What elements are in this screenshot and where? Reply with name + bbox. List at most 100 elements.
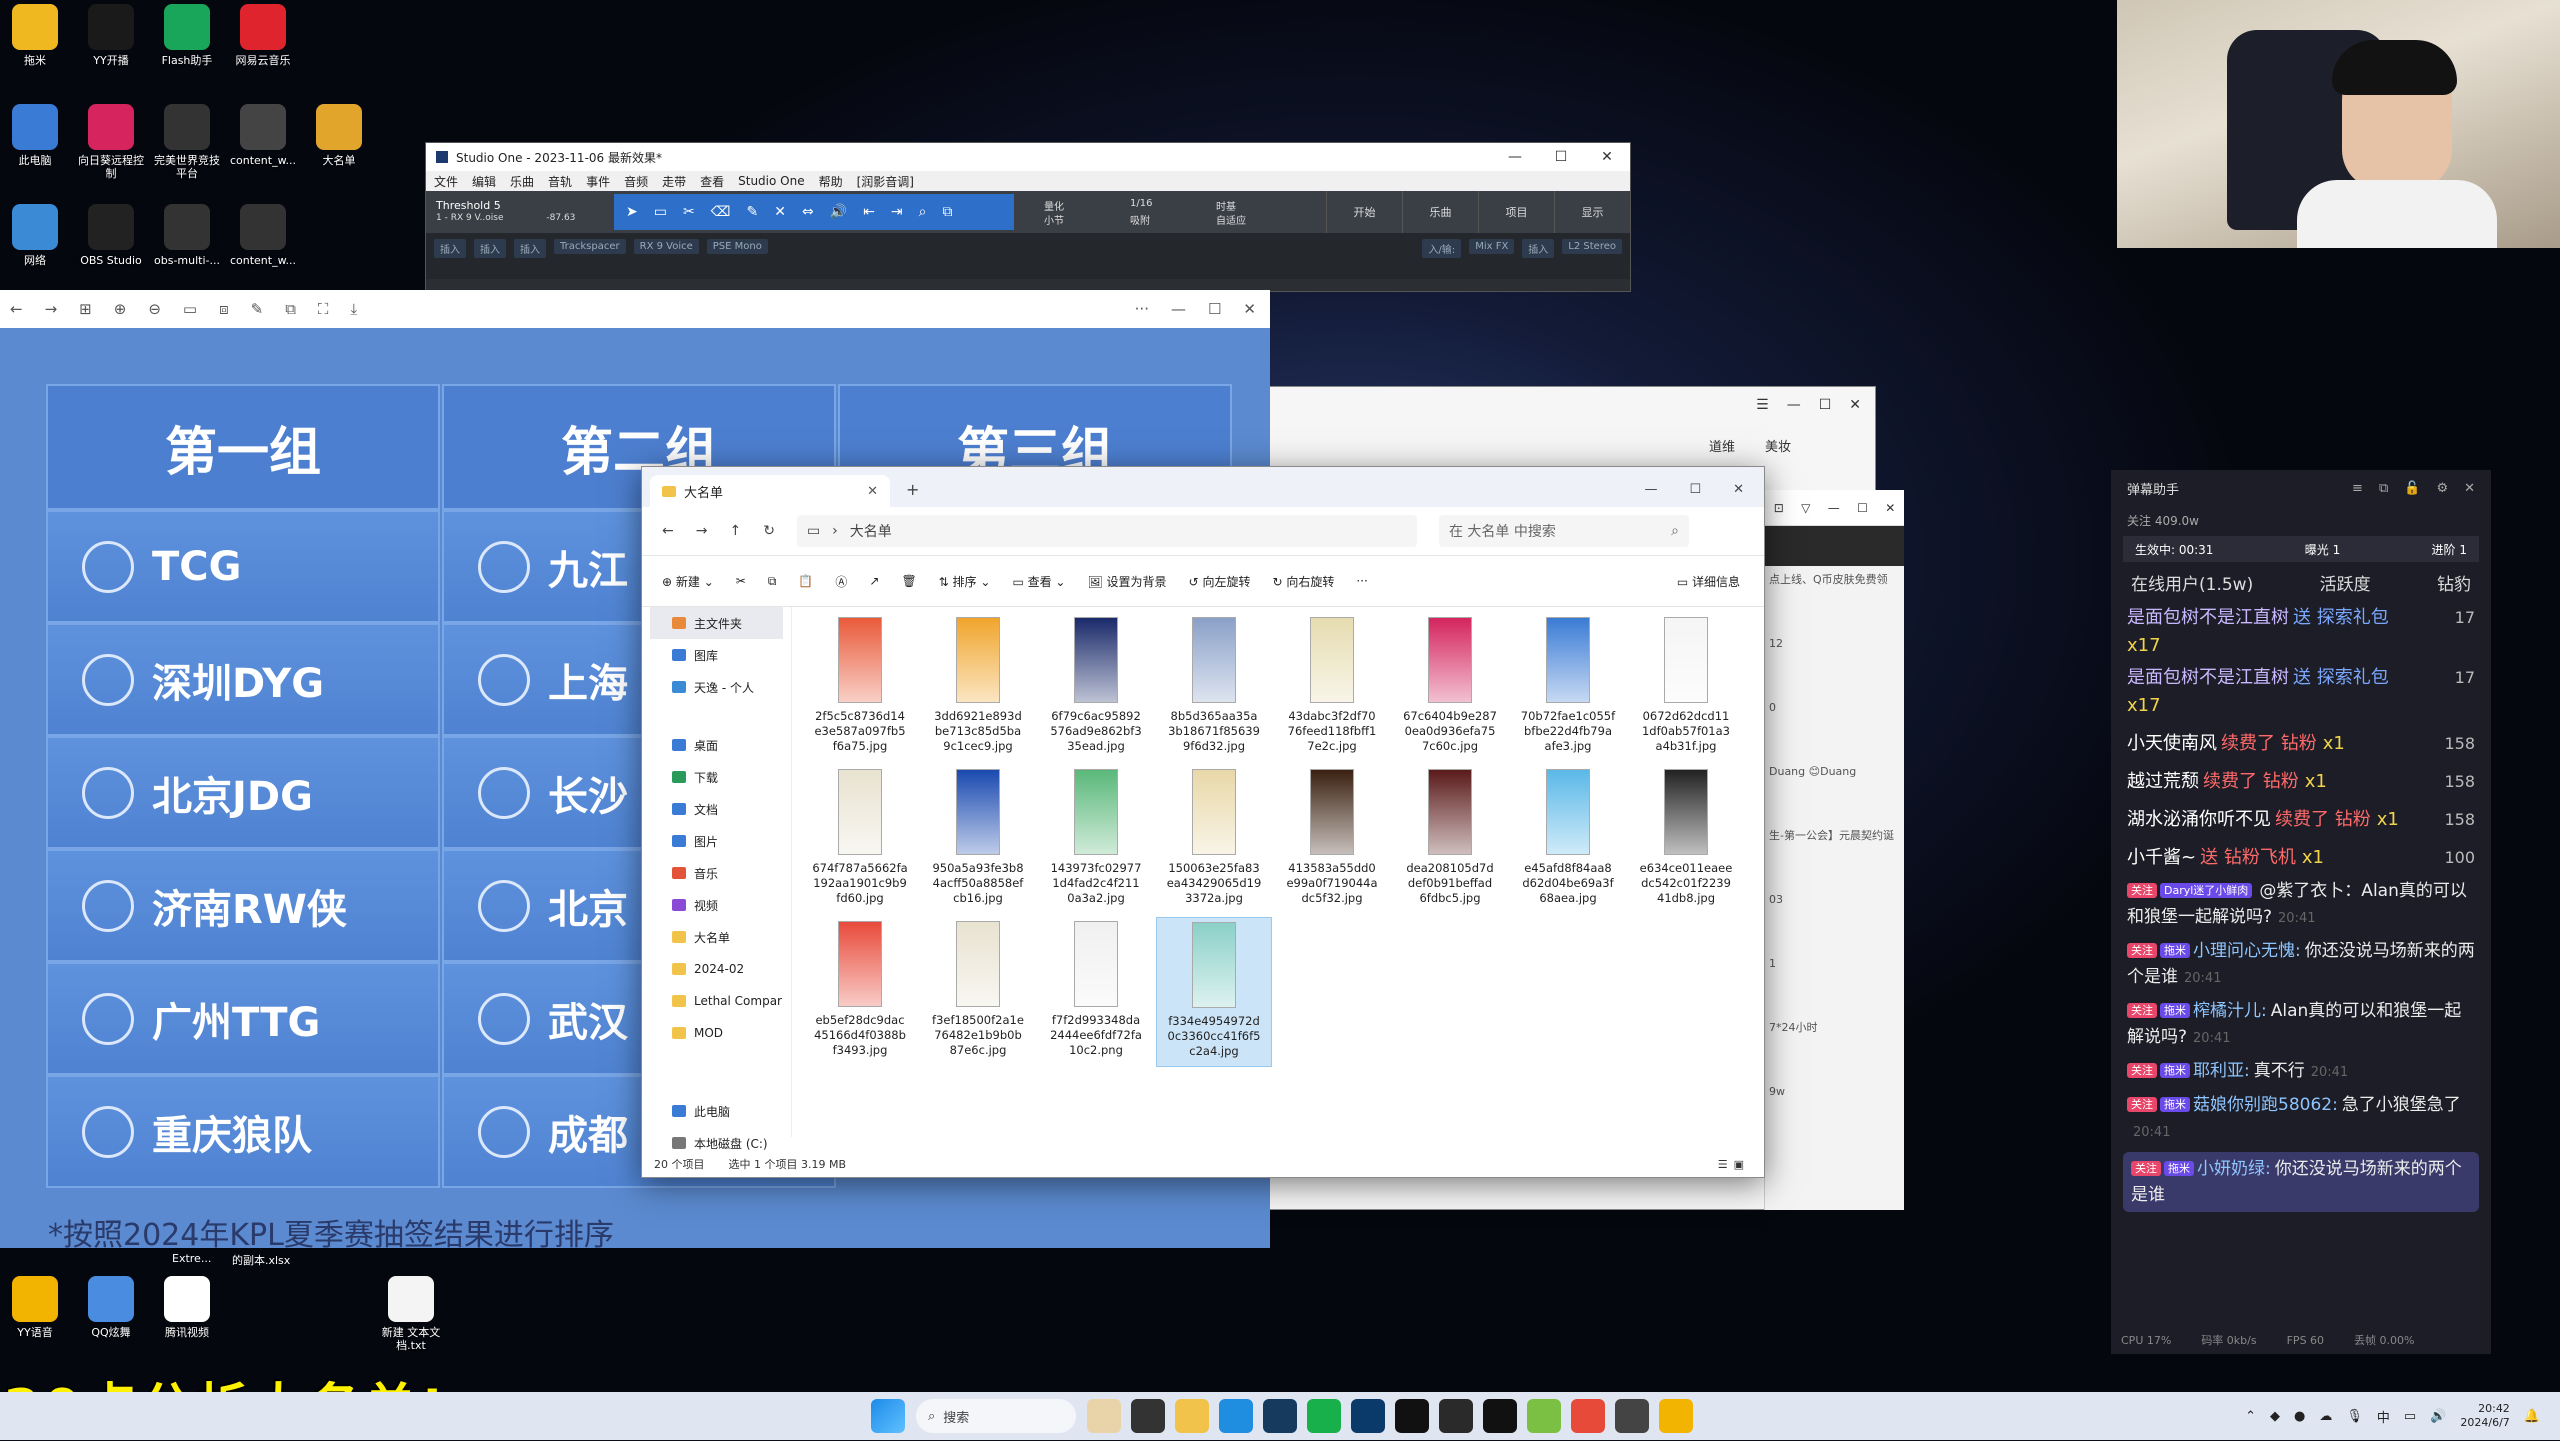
path-field[interactable]: ▭ › 大名单	[796, 515, 1417, 547]
menu-item[interactable]: 音轨	[548, 173, 572, 190]
obs-taskbar-icon[interactable]	[1395, 1399, 1429, 1433]
nav-item[interactable]: Lethal Compar	[642, 985, 791, 1017]
more-icon[interactable]: ···	[1356, 574, 1367, 588]
crop-icon[interactable]: ⧈	[219, 300, 229, 318]
app-icon[interactable]	[1659, 1399, 1693, 1433]
clock[interactable]: 20:42 2024/6/7	[2460, 1402, 2509, 1430]
browser-tab[interactable]: 美妆	[1765, 436, 1791, 455]
desktop-icon[interactable]: YY开播	[76, 4, 146, 67]
insert-slot[interactable]: 入/输:	[1422, 239, 1462, 258]
taskbar-search[interactable]: ⌕ 搜索	[916, 1399, 1076, 1433]
settings-icon[interactable]: ⚙	[2436, 481, 2448, 496]
rotate-left-button[interactable]: ↺ 向左旋转	[1189, 573, 1251, 590]
edge-icon[interactable]	[1219, 1399, 1253, 1433]
app-icon[interactable]	[1571, 1399, 1605, 1433]
search-input[interactable]: 在 大名单 中搜索 ⌕	[1438, 515, 1689, 547]
minimize-button[interactable]: —	[1171, 300, 1186, 318]
close-icon[interactable]: ✕	[2464, 481, 2475, 496]
filter-icon[interactable]: ≡	[2352, 481, 2363, 496]
file-item[interactable]: 950a5a93fe3b8 4acff50a8858ef cb16.jpg	[920, 765, 1036, 915]
file-item[interactable]: f3ef18500f2a1e 76482e1b9b0b 87e6c.jpg	[920, 917, 1036, 1067]
wechat-icon[interactable]	[1307, 1399, 1341, 1433]
nav-item[interactable]: 主文件夹	[650, 607, 783, 639]
nav-item[interactable]: 视频	[642, 889, 791, 921]
nav-item[interactable]: 音乐	[642, 857, 791, 889]
danmaku-panel[interactable]: 弹幕助手 ≡ ⧉ 🔓 ⚙ ✕ 关注 409.0w 生效中: 00:31 曝光 1 进阶 1 …	[2111, 470, 2491, 1354]
view-button[interactable]: ▭ 查看 ⌄	[1012, 573, 1065, 590]
file-item[interactable]: e45afd8f84aa8 d62d04be69a3f 68aea.jpg	[1510, 765, 1626, 915]
user-name[interactable]: 小天使南风	[2127, 730, 2217, 758]
user-name[interactable]: 小妍奶绿:	[2197, 1159, 2271, 1179]
forward-icon[interactable]: →	[45, 300, 58, 318]
desktop-icon[interactable]: 拖米	[0, 4, 70, 67]
file-item[interactable]: f334e4954972d 0c3360cc41f6f5 c2a4.jpg	[1156, 917, 1272, 1067]
app-icon[interactable]	[1615, 1399, 1649, 1433]
rename-icon[interactable]: Ⓐ	[835, 573, 847, 590]
preset-name[interactable]: Threshold 5	[436, 199, 606, 212]
snap-label[interactable]: 自适应	[1216, 212, 1296, 227]
menu-item[interactable]: 事件	[586, 173, 610, 190]
set-background-button[interactable]: 🖼 设置为背景	[1087, 573, 1166, 590]
menu-item[interactable]: Studio One	[738, 174, 804, 188]
details-button[interactable]: ▭ 详细信息	[1677, 573, 1740, 590]
tab-folder[interactable]: 大名单 ✕	[650, 475, 890, 507]
nav-item[interactable]: 天逸 - 个人	[642, 671, 791, 703]
desktop-icon[interactable]: QQ炫舞	[76, 1276, 146, 1339]
maximize-button[interactable]: ☐	[1819, 397, 1832, 413]
user-name[interactable]: 是面包树不是江直树	[2127, 664, 2289, 692]
tab-close-icon[interactable]: ✕	[867, 484, 878, 499]
notification-icon[interactable]: 🔔	[2524, 1409, 2540, 1424]
insert-slot[interactable]: L2 Stereo	[1562, 239, 1622, 254]
eraser-tool-icon[interactable]: ⌫	[711, 204, 731, 220]
insert-slot[interactable]: PSE Mono	[706, 239, 768, 254]
studio-panel-button[interactable]: 开始	[1326, 191, 1402, 233]
desktop-icon[interactable]: Flash助手	[152, 4, 222, 67]
user-name[interactable]: 小理问心无愧:	[2193, 941, 2301, 961]
insert-slot[interactable]: Trackspacer	[554, 239, 626, 254]
ime-icon[interactable]: 中	[2377, 1407, 2390, 1426]
desktop-icon[interactable]: YY语音	[0, 1276, 70, 1339]
up-icon[interactable]: ↑	[729, 523, 741, 539]
copy-icon[interactable]: ⧉	[285, 300, 296, 318]
minimize-button[interactable]: —	[1787, 397, 1801, 413]
snap-icon[interactable]: ⧉	[942, 204, 952, 220]
insert-slot[interactable]: 插入	[474, 239, 506, 258]
tab-diamond[interactable]: 钻豹	[2437, 570, 2471, 595]
file-item[interactable]: f7f2d993348da 2444ee6fdf72fa 10c2.png	[1038, 917, 1154, 1067]
nav-item[interactable]: 2024-02	[642, 953, 791, 985]
file-item[interactable]: 674f787a5662fa 192aa1901c9b9 fd60.jpg	[802, 765, 918, 915]
desktop-icon[interactable]: 此电脑	[0, 104, 70, 167]
file-item[interactable]: e634ce011eaee dc542c01f2239 41db8.jpg	[1628, 765, 1744, 915]
view-toggle-icons[interactable]: ☰▣	[1718, 1158, 1750, 1171]
cut-icon[interactable]: ✂	[736, 574, 746, 588]
snap-label[interactable]: 小节	[1044, 212, 1124, 227]
user-name[interactable]: 越过荒颓	[2127, 768, 2199, 796]
file-item[interactable]: 2f5c5c8736d14 e3e587a097fb5 f6a75.jpg	[802, 613, 918, 763]
insert-slot[interactable]: RX 9 Voice	[633, 239, 699, 254]
copy-icon[interactable]: ⧉	[768, 574, 777, 589]
file-item[interactable]: 150063e25fa83 ea43429065d19 3372a.jpg	[1156, 765, 1272, 915]
save-icon[interactable]: ⤓	[350, 300, 357, 318]
nav-item[interactable]: 文档	[642, 793, 791, 825]
nav-item[interactable]: 此电脑	[642, 1095, 791, 1127]
tab-activity[interactable]: 活跃度	[2320, 570, 2371, 595]
nav-item[interactable]: MOD	[642, 1017, 791, 1049]
user-name[interactable]: 榨橘汁儿:	[2193, 1001, 2267, 1021]
file-item[interactable]: dea208105d7d def0b91beffad 6fdbc5.jpg	[1392, 765, 1508, 915]
widget-icon[interactable]	[1087, 1399, 1121, 1433]
paste-icon[interactable]: 📋	[798, 574, 813, 588]
tab-online-users[interactable]: 在线用户(1.5w)	[2131, 570, 2253, 595]
file-item[interactable]: 67c6404b9e287 0ea0d936efa75 7c60c.jpg	[1392, 613, 1508, 763]
menu-item[interactable]: [润影音调]	[857, 173, 914, 190]
prev-icon[interactable]: ⇤	[863, 204, 875, 220]
new-button[interactable]: ⊕ 新建 ⌄	[662, 573, 714, 590]
explorer-taskbar-icon[interactable]	[1175, 1399, 1209, 1433]
desktop-icon[interactable]: OBS Studio	[76, 204, 146, 267]
desktop-icon[interactable]: 完美世界竞技平台	[152, 104, 222, 180]
minimize-button[interactable]: —	[1492, 149, 1538, 165]
fullscreen-icon[interactable]: ⛶	[318, 300, 329, 318]
zoom-out-icon[interactable]: ⊖	[148, 300, 161, 318]
menu-item[interactable]: 乐曲	[510, 173, 534, 190]
menu-item[interactable]: 编辑	[472, 173, 496, 190]
forward-icon[interactable]: →	[696, 523, 708, 539]
